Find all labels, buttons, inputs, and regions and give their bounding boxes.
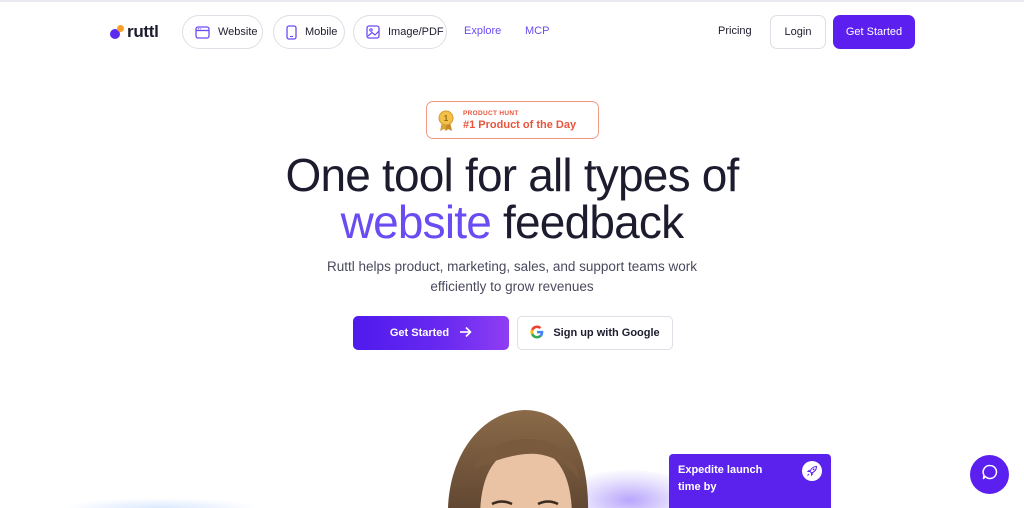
top-nav: ruttl Website Mobile Image/PDF Explore M… bbox=[0, 15, 1024, 49]
hero-headline-rest: feedback bbox=[491, 196, 684, 248]
google-icon bbox=[530, 324, 544, 342]
nav-get-started-button[interactable]: Get Started bbox=[833, 15, 915, 49]
image-icon bbox=[366, 25, 380, 39]
nav-mobile-label: Mobile bbox=[305, 26, 338, 38]
hero-get-started-label: Get Started bbox=[389, 327, 450, 339]
chat-widget-button[interactable] bbox=[970, 455, 1009, 494]
rocket-icon bbox=[802, 461, 822, 481]
promo-card: Expedite launch time by bbox=[669, 454, 831, 508]
arrow-right-icon bbox=[459, 326, 472, 341]
phone-icon bbox=[286, 24, 297, 40]
top-border bbox=[0, 0, 1024, 2]
logo-text: ruttl bbox=[127, 22, 159, 41]
nav-mcp-link[interactable]: MCP bbox=[525, 25, 549, 37]
nav-website-label: Website bbox=[218, 26, 258, 38]
nav-image-pdf-pill[interactable]: Image/PDF bbox=[353, 15, 447, 49]
logo[interactable]: ruttl bbox=[110, 22, 159, 42]
google-signup-button[interactable]: Sign up with Google bbox=[517, 316, 673, 350]
login-button[interactable]: Login bbox=[770, 15, 826, 49]
promo-card-text: Expedite launch time by bbox=[678, 464, 763, 493]
product-hunt-badge[interactable]: 1 PRODUCT HUNT #1 Product of the Day bbox=[426, 101, 599, 139]
chat-icon bbox=[981, 463, 999, 486]
nav-image-pdf-label: Image/PDF bbox=[388, 26, 444, 38]
badge-label-big: #1 Product of the Day bbox=[463, 119, 577, 131]
badge-label-small: PRODUCT HUNT bbox=[463, 110, 519, 117]
hero-subtitle: Ruttl helps product, marketing, sales, a… bbox=[327, 259, 697, 294]
hero-get-started-button[interactable]: Get Started bbox=[353, 316, 509, 350]
nav-pricing-link[interactable]: Pricing bbox=[718, 25, 752, 37]
google-signup-label: Sign up with Google bbox=[553, 327, 660, 339]
hero-headline-accent: website bbox=[340, 196, 492, 248]
decorative-glow-left bbox=[60, 498, 260, 508]
medal-icon: 1 bbox=[437, 110, 455, 137]
nav-mobile-pill[interactable]: Mobile bbox=[273, 15, 345, 49]
browser-icon bbox=[195, 25, 210, 39]
hero-person-image bbox=[440, 408, 600, 508]
nav-explore-link[interactable]: Explore bbox=[464, 25, 501, 37]
logo-mark bbox=[110, 25, 124, 39]
hero-headline-line2: website feedback bbox=[0, 199, 1024, 245]
hero-headline-line1: One tool for all types of bbox=[285, 149, 739, 201]
svg-text:1: 1 bbox=[444, 114, 449, 123]
nav-website-pill[interactable]: Website bbox=[182, 15, 263, 49]
